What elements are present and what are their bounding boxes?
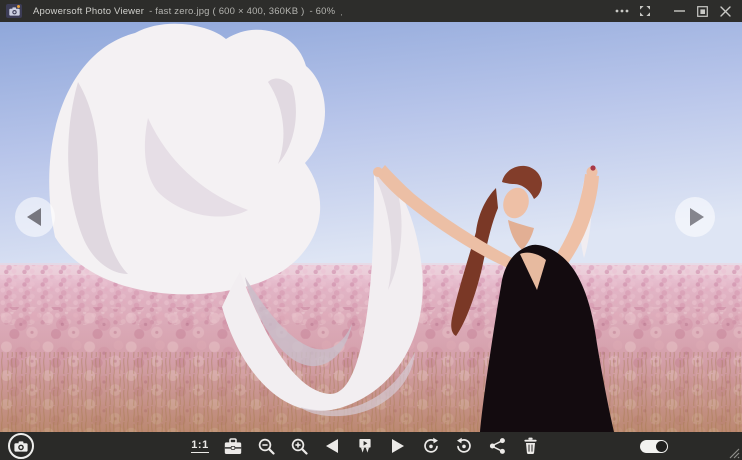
photo — [0, 22, 742, 432]
bottom-toolbar: 1:1 — [0, 432, 742, 460]
toolbar-tools: 1:1 — [0, 432, 736, 460]
share-button[interactable] — [487, 435, 507, 457]
file-info: - fast zero.jpg ( 600 × 400, 360KB ) — [149, 6, 304, 17]
previous-button[interactable] — [322, 435, 342, 457]
close-icon — [720, 6, 731, 17]
minimize-icon — [674, 10, 685, 12]
viewer-mode-toggle[interactable] — [640, 440, 668, 453]
previous-photo-button[interactable] — [15, 197, 55, 237]
app-name: Apowersoft Photo Viewer — [33, 6, 144, 17]
play-triangle-icon — [391, 438, 405, 454]
delete-button[interactable] — [520, 435, 540, 457]
app-logo-camera-icon[interactable] — [6, 4, 22, 18]
fullscreen-button[interactable] — [633, 0, 656, 22]
maximize-button[interactable] — [691, 0, 714, 22]
actual-size-button[interactable]: 1:1 — [190, 435, 210, 457]
zoom-in-icon — [291, 438, 308, 455]
zoom-out-button[interactable] — [256, 435, 276, 457]
logo-accent-dot — [17, 5, 20, 8]
actual-size-label: 1:1 — [191, 440, 208, 453]
window-controls — [610, 0, 742, 22]
arrow-left-icon — [27, 208, 41, 226]
zoom-in-button[interactable] — [289, 435, 309, 457]
more-options-button[interactable] — [610, 0, 633, 22]
next-photo-button[interactable] — [675, 197, 715, 237]
rotate-right-icon — [455, 437, 473, 455]
rotate-right-button[interactable] — [454, 435, 474, 457]
toggle-knob — [656, 441, 667, 452]
briefcase-icon — [224, 438, 242, 455]
ellipsis-icon — [615, 9, 629, 13]
slideshow-banner-icon — [357, 438, 373, 454]
next-button[interactable] — [388, 435, 408, 457]
arrow-right-icon — [690, 208, 704, 226]
zoom-out-icon — [258, 438, 275, 455]
rotate-left-icon — [422, 437, 440, 455]
previous-triangle-icon — [325, 438, 339, 454]
share-icon — [489, 437, 506, 455]
titlebar: Apowersoft Photo Viewer - fast zero.jpg … — [0, 0, 742, 22]
fullscreen-icon — [639, 5, 651, 17]
window-title: Apowersoft Photo Viewer - fast zero.jpg … — [33, 6, 343, 17]
close-button[interactable] — [714, 0, 737, 22]
slideshow-button[interactable] — [355, 435, 375, 457]
rotate-left-button[interactable] — [421, 435, 441, 457]
photo-canvas[interactable] — [0, 22, 742, 432]
fit-window-button[interactable] — [223, 435, 243, 457]
zoom-dropdown-mark: , — [340, 8, 342, 19]
zoom-level: - 60% — [309, 6, 335, 17]
resize-grip[interactable] — [729, 448, 740, 459]
minimize-button[interactable] — [668, 0, 691, 22]
trash-icon — [522, 437, 539, 455]
maximize-icon — [697, 6, 708, 17]
